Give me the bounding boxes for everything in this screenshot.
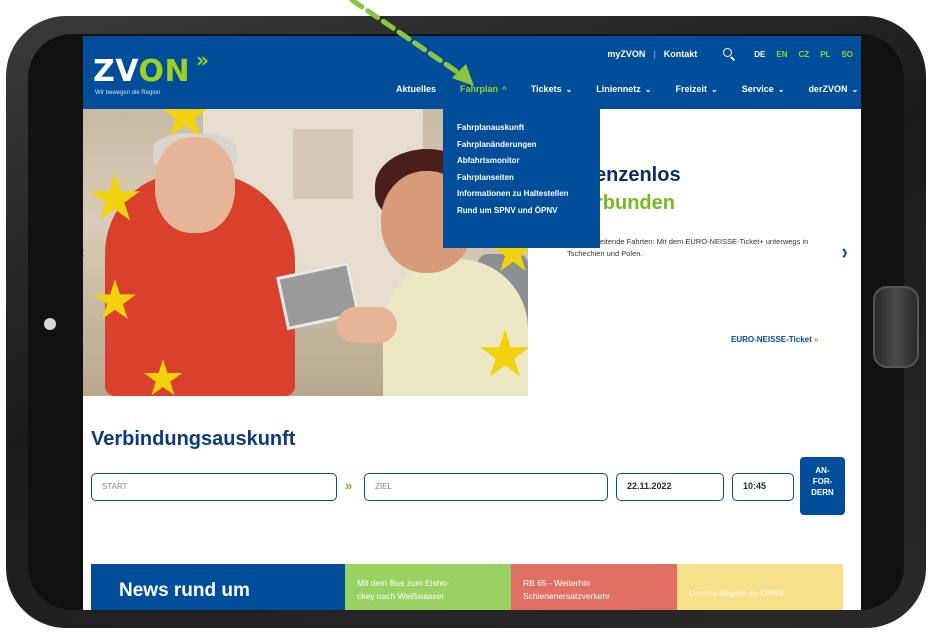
site-header: ZVON » Wir bewegen die Region myZVON | K… [83,36,861,109]
news-card-eishockey[interactable]: Mit dem Bus zum Eisho-ckey nach Weißwass… [345,564,511,610]
news-card-corona[interactable]: Corona-Regeln im ÖPNV [677,564,843,610]
chevron-down-icon: ⌄ [565,85,573,94]
menu-item-haltestellen-info[interactable]: Informationen zu Haltestellen [443,189,600,206]
lang-de[interactable]: DE [754,50,765,59]
start-input[interactable]: START [91,473,337,501]
lang-pl[interactable]: PL [820,50,830,59]
nav-aktuelles[interactable]: Aktuelles [396,84,436,94]
slider-prev-arrow-icon[interactable]: ‹ [83,242,84,263]
news-card-rb65[interactable]: RB 65 - Weiterhin Schienenersatzverkehr [511,564,677,610]
slider-next-arrow-icon[interactable]: › [842,239,848,265]
connection-search-title: Verbindungsauskunft [91,428,296,450]
chevron-down-icon: ⌄ [644,85,652,94]
nav-tickets[interactable]: Tickets ⌄ [531,84,573,94]
man-face [155,137,235,233]
hero-description: züberschreitende Fahrten: Mit dem EURO-N… [567,237,809,258]
top-navigation: myZVON | Kontakt DE EN CZ PL SO [599,47,861,61]
nav-liniennetz[interactable]: Liniennetz ⌄ [596,84,651,94]
logo-tagline: Wir bewegen die Region [95,90,161,96]
search-icon[interactable] [723,48,735,60]
hero-title-line1: enzenlos [595,164,681,186]
menu-item-fahrplanauskunft[interactable]: Fahrplanauskunft [443,123,600,140]
menu-item-fahrplanseiten[interactable]: Fahrplanseiten [443,173,600,190]
chevron-right-icon: » [814,335,819,344]
destination-input[interactable]: ZIEL [364,473,608,501]
hero-title-line2: rbunden [595,192,675,214]
lang-so[interactable]: SO [841,50,853,59]
kontakt-link[interactable]: Kontakt [664,49,698,59]
woman-figure [383,259,528,396]
nav-fahrplan[interactable]: Fahrplan ^ [460,84,507,94]
myzvon-link[interactable]: myZVON [607,49,645,59]
chevron-down-icon: ⌄ [711,85,718,94]
camera-dot [44,318,56,330]
time-input[interactable]: 10:45 [732,473,794,501]
zvon-logo[interactable]: ZVON » [93,48,209,89]
request-button[interactable]: AN- FOR- DERN [800,457,845,515]
date-input[interactable]: 22.11.2022 [616,473,724,501]
website-screen: ZVON » Wir bewegen die Region myZVON | K… [83,36,861,610]
fahrplan-dropdown-menu: Fahrplanauskunft Fahrplanänderungen Abfa… [443,109,600,248]
stage: ZVON » Wir bewegen die Region myZVON | K… [0,0,929,632]
top-nav-separator: | [653,49,656,59]
nav-derzvon[interactable]: derZVON ⌄ [808,84,858,94]
double-chevron-icon: » [345,478,353,493]
news-heading-block: News rund um [91,564,345,610]
building-tower [293,129,353,199]
chevron-down-icon: ⌄ [851,85,859,94]
chevron-up-icon: ^ [502,85,507,94]
menu-item-spnv-oepnv[interactable]: Rund um SPNV und ÖPNV [443,206,600,223]
nav-service[interactable]: Service ⌄ [742,84,785,94]
menu-item-fahrplanaenderungen[interactable]: Fahrplanänderungen [443,140,600,157]
nav-freizeit[interactable]: Freizeit ⌄ [675,84,717,94]
hand [337,307,397,343]
euro-neisse-ticket-link[interactable]: EURO-NEISSE-Ticket » [731,335,818,344]
lang-cz[interactable]: CZ [799,50,810,59]
tablet-home-button [873,286,919,368]
logo-chevron-icon: » [196,48,210,72]
lang-en[interactable]: EN [776,50,787,59]
main-navigation: Aktuelles Fahrplan ^ Tickets ⌄ Liniennetz ⌄… [396,84,861,94]
news-heading: News rund um [119,580,250,601]
menu-item-abfahrtsmonitor[interactable]: Abfahrtsmonitor [443,156,600,173]
chevron-down-icon: ⌄ [777,85,785,94]
